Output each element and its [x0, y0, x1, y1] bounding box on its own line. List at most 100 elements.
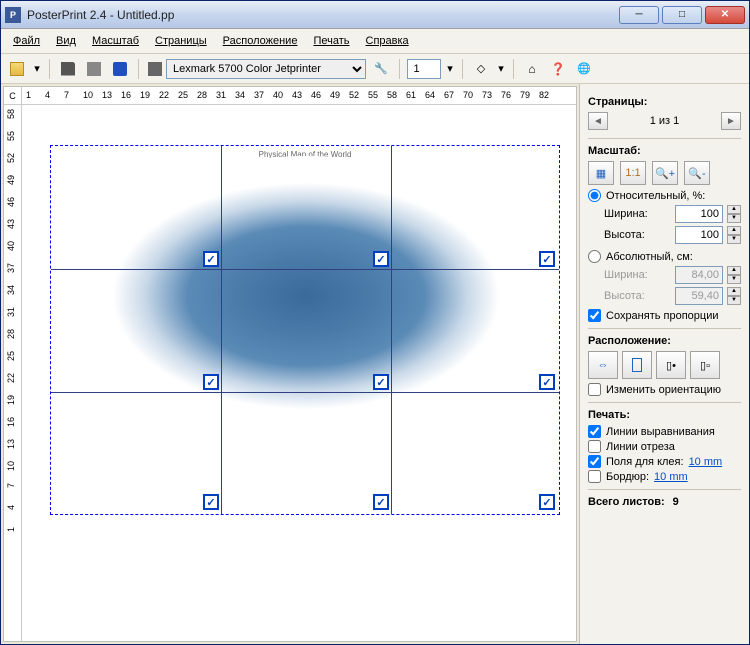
ruler-tick: 22	[159, 90, 169, 100]
floppy-icon	[61, 62, 75, 76]
tile-check[interactable]	[539, 494, 555, 510]
help-icon: ❓	[551, 62, 566, 76]
page-input[interactable]	[407, 59, 441, 79]
printer-settings-button[interactable]: 🔧	[370, 58, 392, 80]
ruler-tick: 7	[64, 90, 69, 100]
zoom-grid-button[interactable]: ▦	[588, 161, 614, 185]
minimize-button[interactable]: ─	[619, 6, 659, 24]
zoom-out-button[interactable]: 🔍-	[684, 161, 710, 185]
close-button[interactable]: ✕	[705, 6, 745, 24]
prev-page-button[interactable]: ◄	[588, 112, 608, 130]
align-button-1[interactable]: ⇔	[588, 351, 618, 379]
globe-icon: 🌐	[577, 62, 591, 75]
menu-view[interactable]: Вид	[50, 33, 82, 49]
ruler-tick: 19	[6, 395, 16, 405]
eraser-icon: ◇	[477, 62, 485, 75]
app-window: P PosterPrint 2.4 - Untitled.pp ─ □ ✕ Фа…	[0, 0, 750, 645]
web-button[interactable]: 🌐	[573, 58, 595, 80]
keep-proportions-check[interactable]	[588, 309, 601, 322]
tile-check[interactable]	[539, 251, 555, 267]
border-value-link[interactable]: 10 mm	[654, 471, 688, 483]
open-button[interactable]	[6, 58, 28, 80]
glue-value-link[interactable]: 10 mm	[689, 456, 723, 468]
maximize-button[interactable]: □	[662, 6, 702, 24]
glue-fields-label: Поля для клея:	[606, 456, 684, 468]
page-dropdown-button[interactable]: ▾	[445, 58, 455, 80]
canvas-wrap: C 14710131619222528313437404346495255586…	[3, 86, 577, 642]
help-button[interactable]: ❓	[547, 58, 569, 80]
keep-proportions-label: Сохранять пропорции	[606, 310, 719, 322]
home-button[interactable]: ⌂	[521, 58, 543, 80]
ruler-tick: 4	[6, 505, 16, 510]
eraser-dropdown-button[interactable]: ▾	[496, 58, 506, 80]
glue-fields-check[interactable]	[588, 455, 601, 468]
menu-layout[interactable]: Расположение	[217, 33, 304, 49]
app-logo-icon	[113, 62, 127, 76]
border-check[interactable]	[588, 470, 601, 483]
tile-check[interactable]	[203, 251, 219, 267]
align-lines-check[interactable]	[588, 425, 601, 438]
ruler-tick: 49	[6, 175, 16, 185]
menu-zoom[interactable]: Масштаб	[86, 33, 145, 49]
menu-pages[interactable]: Страницы	[149, 33, 213, 49]
ruler-tick: 67	[444, 90, 454, 100]
ruler-tick: 70	[463, 90, 473, 100]
menu-help[interactable]: Справка	[360, 33, 415, 49]
ruler-tick: 55	[6, 131, 16, 141]
ruler-tick: 73	[482, 90, 492, 100]
menu-file[interactable]: Файл	[7, 33, 46, 49]
zoom-11-button[interactable]: 1:1	[620, 161, 646, 185]
rel-width-spinner[interactable]: ▲▼	[727, 205, 741, 223]
ruler-tick: 37	[6, 263, 16, 273]
folder-open-icon	[10, 62, 24, 76]
ruler-tick: 16	[121, 90, 131, 100]
page-indicator: 1 из 1	[614, 115, 715, 127]
save-as-button[interactable]	[83, 58, 105, 80]
ruler-tick: 16	[6, 417, 16, 427]
save-button[interactable]	[57, 58, 79, 80]
tile-check[interactable]	[373, 374, 389, 390]
ruler-tick: 43	[6, 219, 16, 229]
titlebar[interactable]: P PosterPrint 2.4 - Untitled.pp ─ □ ✕	[1, 1, 749, 29]
rel-height-input[interactable]	[675, 226, 723, 244]
relative-radio[interactable]	[588, 189, 601, 202]
next-page-button[interactable]: ►	[721, 112, 741, 130]
align-button-4[interactable]: ▯▫	[690, 351, 720, 379]
canvas[interactable]: Physical Map of the World	[22, 105, 576, 641]
tile-check[interactable]	[373, 251, 389, 267]
grid-icon: ▦	[596, 167, 606, 180]
toolbar: ▾ Lexmark 5700 Color Jetprinter 🔧 ▾ ◇ ▾ …	[1, 54, 749, 84]
rel-width-label: Ширина:	[604, 208, 671, 220]
tile-check[interactable]	[539, 374, 555, 390]
ruler-tick: 25	[6, 351, 16, 361]
tile-check[interactable]	[203, 494, 219, 510]
home-icon: ⌂	[528, 62, 535, 76]
rel-width-input[interactable]	[675, 205, 723, 223]
ruler-tick: 31	[216, 90, 226, 100]
align-lines-label: Линии выравнивания	[606, 426, 715, 438]
eraser-button[interactable]: ◇	[470, 58, 492, 80]
menubar: Файл Вид Масштаб Страницы Расположение П…	[1, 29, 749, 54]
align-button-2[interactable]	[622, 351, 652, 379]
tile-check[interactable]	[373, 494, 389, 510]
ruler-tick: 79	[520, 90, 530, 100]
ruler-tick: 76	[501, 90, 511, 100]
ruler-tick: 19	[140, 90, 150, 100]
refresh-button[interactable]	[109, 58, 131, 80]
cut-lines-check[interactable]	[588, 440, 601, 453]
zoom-in-button[interactable]: 🔍+	[652, 161, 678, 185]
rel-height-spinner[interactable]: ▲▼	[727, 226, 741, 244]
open-dropdown-button[interactable]: ▾	[32, 58, 42, 80]
ruler-tick: 28	[6, 329, 16, 339]
arrows-icon: ⇔	[598, 359, 609, 371]
tile-check[interactable]	[203, 374, 219, 390]
menu-print[interactable]: Печать	[307, 33, 355, 49]
align-button-3[interactable]: ▯•	[656, 351, 686, 379]
print-section-title: Печать:	[588, 409, 741, 421]
ruler-tick: 31	[6, 307, 16, 317]
printer-select[interactable]: Lexmark 5700 Color Jetprinter	[166, 59, 366, 79]
ruler-tick: 43	[292, 90, 302, 100]
rotate-check[interactable]	[588, 383, 601, 396]
absolute-radio[interactable]	[588, 250, 601, 263]
page-fit-icon: ▯▫	[700, 359, 710, 372]
